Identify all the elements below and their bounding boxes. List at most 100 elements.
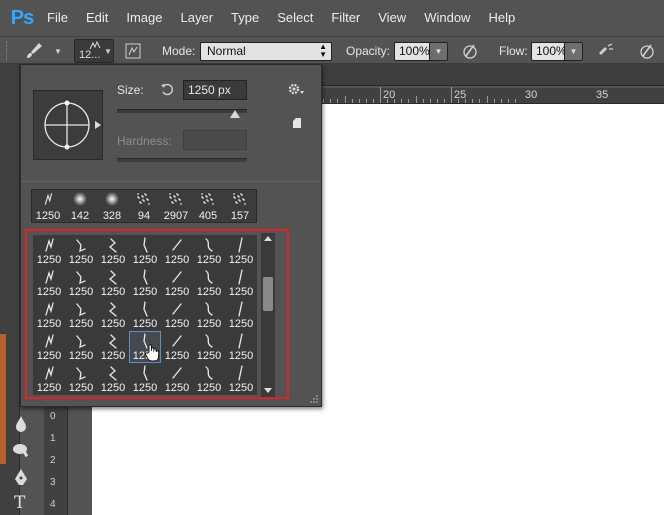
brush-preset[interactable]: 1250 bbox=[65, 235, 97, 267]
scroll-down-icon[interactable] bbox=[264, 388, 272, 393]
scroll-up-icon[interactable] bbox=[264, 236, 272, 241]
brush-tip-icon bbox=[45, 270, 54, 284]
brush-preset[interactable]: 1250 bbox=[97, 299, 129, 331]
size-slider-track[interactable] bbox=[117, 109, 247, 113]
brush-preset[interactable]: 1250 bbox=[129, 235, 161, 267]
ruler-tick bbox=[451, 87, 452, 103]
brush-preset[interactable]: 1250 bbox=[161, 267, 193, 299]
foreground-color-swatch[interactable] bbox=[0, 334, 6, 464]
airbrush-icon[interactable] bbox=[596, 41, 616, 61]
brush-preset[interactable]: 1250 bbox=[129, 267, 161, 299]
recent-brushes-row: 1250 142 328 94 2907 405 157 bbox=[31, 189, 257, 223]
menu-filter[interactable]: Filter bbox=[322, 0, 369, 36]
pen-tool-icon[interactable] bbox=[10, 467, 32, 489]
brush-preset-caret-icon[interactable]: ▼ bbox=[104, 47, 112, 56]
brush-preset[interactable]: 1250 bbox=[97, 363, 129, 395]
brush-preset[interactable]: 1250 bbox=[65, 331, 97, 363]
pressure-opacity-icon[interactable] bbox=[460, 41, 480, 61]
brush-preset[interactable]: 1250 bbox=[33, 299, 65, 331]
brush-tip-preview[interactable] bbox=[33, 90, 103, 160]
recent-brush[interactable]: 405 bbox=[192, 190, 224, 222]
menu-layer[interactable]: Layer bbox=[172, 0, 223, 36]
pressure-size-icon[interactable] bbox=[637, 41, 657, 61]
brush-preset[interactable]: 1250 bbox=[225, 331, 257, 363]
brush-preset[interactable]: 1250 bbox=[65, 267, 97, 299]
menu-image[interactable]: Image bbox=[117, 0, 171, 36]
brush-preset[interactable]: 1250 bbox=[225, 363, 257, 395]
mode-select[interactable]: Normal ▲ ▼ bbox=[200, 41, 332, 61]
brush-preset[interactable]: 1250 bbox=[225, 299, 257, 331]
brush-preset[interactable]: 1250 bbox=[33, 267, 65, 299]
brush-preset[interactable]: 1250 bbox=[193, 299, 225, 331]
menu-file[interactable]: File bbox=[38, 0, 77, 36]
brush-tip-icon bbox=[108, 302, 117, 317]
recent-brush[interactable]: 328 bbox=[96, 190, 128, 222]
recent-brush[interactable]: 2907 bbox=[160, 190, 192, 222]
brush-preset-size: 1250 bbox=[100, 254, 126, 266]
menu-view[interactable]: View bbox=[369, 0, 415, 36]
panel-resize-grip-icon[interactable] bbox=[309, 394, 319, 404]
recent-brush-size: 2907 bbox=[163, 210, 189, 222]
brush-preset[interactable]: 1250 bbox=[225, 267, 257, 299]
recent-brush[interactable]: 94 bbox=[128, 190, 160, 222]
size-slider-thumb[interactable] bbox=[230, 110, 241, 118]
brush-angle-icon[interactable] bbox=[34, 91, 102, 159]
brush-preset[interactable]: 1250 bbox=[225, 235, 257, 267]
menu-edit[interactable]: Edit bbox=[77, 0, 117, 36]
brush-preset[interactable]: 1250 bbox=[33, 331, 65, 363]
brush-tip-icon bbox=[76, 271, 86, 285]
scroll-thumb[interactable] bbox=[263, 277, 273, 311]
brush-preset[interactable]: 1250 bbox=[193, 235, 225, 267]
brush-preset[interactable]: 1250 bbox=[129, 299, 161, 331]
menu-window[interactable]: Window bbox=[415, 0, 479, 36]
flow-field[interactable]: 100% bbox=[531, 41, 567, 61]
document-canvas-lower[interactable] bbox=[92, 404, 322, 515]
ruler-tick bbox=[372, 99, 374, 103]
recent-brush-size: 1250 bbox=[35, 210, 61, 222]
brush-preset[interactable]: 1250 bbox=[97, 331, 129, 363]
recent-brush[interactable]: 1250 bbox=[32, 190, 64, 222]
document-canvas[interactable] bbox=[322, 104, 664, 515]
menu-help[interactable]: Help bbox=[479, 0, 524, 36]
opacity-field[interactable]: 100% bbox=[394, 41, 430, 61]
brush-preset[interactable]: 1250 bbox=[33, 235, 65, 267]
brush-preset[interactable]: 1250 bbox=[193, 331, 225, 363]
brush-preset[interactable]: 1250 bbox=[161, 299, 193, 331]
document-tab-bar bbox=[322, 64, 664, 86]
reset-size-icon[interactable] bbox=[159, 81, 175, 97]
flow-dropdown-button[interactable]: ▼ bbox=[565, 41, 583, 61]
menu-type[interactable]: Type bbox=[222, 0, 268, 36]
brush-preset-size: 1250 bbox=[132, 286, 158, 298]
brush-preset[interactable]: 1250 bbox=[65, 363, 97, 395]
new-preset-icon[interactable] bbox=[291, 117, 303, 129]
brush-preset[interactable]: 1250 bbox=[193, 363, 225, 395]
brush-preset[interactable]: 1250 bbox=[129, 363, 161, 395]
opacity-dropdown-button[interactable]: ▼ bbox=[430, 41, 448, 61]
dodge-tool-icon[interactable] bbox=[10, 439, 32, 461]
brush-tool-icon[interactable] bbox=[24, 41, 46, 61]
gear-icon[interactable] bbox=[287, 81, 305, 97]
recent-brush[interactable]: 142 bbox=[64, 190, 96, 222]
brush-panel-toggle-icon[interactable] bbox=[124, 42, 142, 60]
brush-preset[interactable]: 1250 bbox=[33, 363, 65, 395]
brush-preset[interactable]: 1250 bbox=[97, 235, 129, 267]
size-input[interactable]: 1250 px bbox=[183, 80, 247, 100]
brush-preset[interactable]: 1250 bbox=[65, 299, 97, 331]
ruler-tick bbox=[472, 99, 474, 103]
brush-preset[interactable]: 1250 bbox=[97, 267, 129, 299]
type-tool-icon[interactable]: T bbox=[14, 493, 25, 513]
options-bar-grip[interactable] bbox=[6, 41, 9, 61]
brush-preset[interactable]: 1250 bbox=[161, 235, 193, 267]
brush-size-short: 12... bbox=[79, 49, 101, 61]
blur-tool-icon[interactable] bbox=[10, 413, 32, 435]
brush-tip-icon bbox=[143, 237, 148, 253]
brush-grid-scrollbar[interactable] bbox=[261, 233, 275, 397]
recent-brush[interactable]: 157 bbox=[224, 190, 256, 222]
brush-preset[interactable]: 1250 bbox=[193, 267, 225, 299]
ruler-tick bbox=[493, 99, 495, 103]
tool-preset-caret-icon[interactable]: ▼ bbox=[54, 47, 62, 56]
recent-brush-size: 405 bbox=[198, 210, 218, 222]
brush-preset[interactable]: 1250 bbox=[161, 363, 193, 395]
brush-preset[interactable]: 1250 bbox=[161, 331, 193, 363]
menu-select[interactable]: Select bbox=[268, 0, 322, 36]
